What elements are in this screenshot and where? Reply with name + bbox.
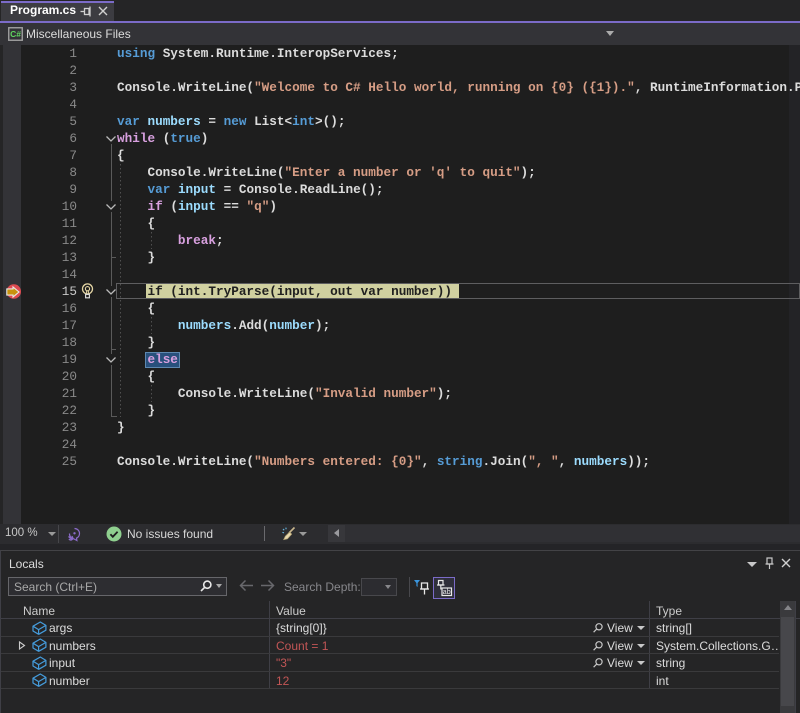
svg-text:ab: ab xyxy=(443,589,451,596)
svg-text:C#: C# xyxy=(10,29,21,39)
